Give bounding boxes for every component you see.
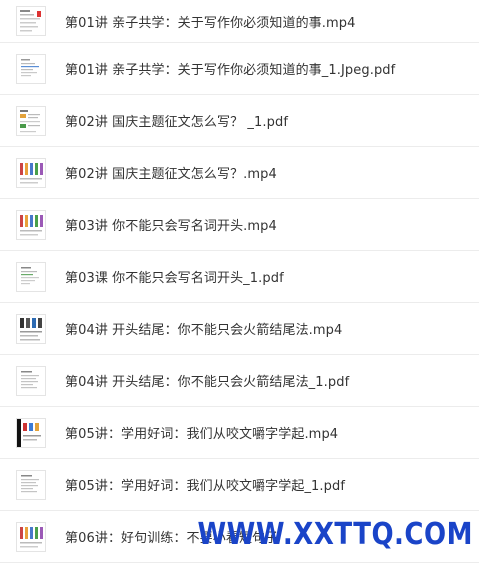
file-name: 第04讲 开头结尾：你不能只会火箭结尾法.mp4 (65, 323, 343, 338)
doc-green-icon (16, 261, 46, 292)
file-name: 第04讲 开头结尾：你不能只会火箭结尾法_1.pdf (65, 375, 350, 390)
file-row[interactable]: 第02讲 国庆主题征文怎么写？ _1.pdf (0, 95, 479, 147)
file-row[interactable]: 第02讲 国庆主题征文怎么写？.mp4 (0, 147, 479, 199)
watermark-text: WWW.XXTTQ.COM (197, 517, 473, 553)
file-name: 第02讲 国庆主题征文怎么写？.mp4 (65, 167, 277, 182)
doc-plain-icon (16, 469, 46, 500)
file-name: 第03课 你不能只会写名词开头_1.pdf (65, 271, 284, 286)
doc-columns-icon (16, 157, 46, 188)
file-row[interactable]: 第05讲：学用好词：我们从咬文嚼字学起.mp4 (0, 407, 479, 459)
file-name: 第01讲 亲子共学：关于写作你必须知道的事.mp4 (65, 15, 356, 31)
doc-columns-icon (16, 521, 46, 552)
file-list: 第01讲 亲子共学：关于写作你必须知道的事.mp4 第01讲 亲子共学：关于写作你… (0, 0, 479, 563)
file-name: 第01讲 亲子共学：关于写作你必须知道的事_1.Jpeg.pdf (65, 63, 396, 78)
file-row[interactable]: 第05讲：学用好词：我们从咬文嚼字学起_1.pdf (0, 459, 479, 511)
file-name: 第03讲 你不能只会写名词开头.mp4 (65, 219, 277, 234)
doc-red-icon (16, 6, 46, 36)
file-row[interactable]: 第03课 你不能只会写名词开头_1.pdf (0, 251, 479, 303)
file-row[interactable]: 第01讲 亲子共学：关于写作你必须知道的事.mp4 (0, 0, 479, 43)
file-row[interactable]: 第04讲 开头结尾：你不能只会火箭结尾法.mp4 (0, 303, 479, 355)
doc-columns-icon (16, 209, 46, 240)
file-row[interactable]: 第01讲 亲子共学：关于写作你必须知道的事_1.Jpeg.pdf (0, 43, 479, 95)
doc-mixed-icon (16, 105, 46, 136)
file-row[interactable]: 第03讲 你不能只会写名词开头.mp4 (0, 199, 479, 251)
doc-plain-icon (16, 365, 46, 396)
doc-dark-icon (16, 313, 46, 344)
file-name: 第02讲 国庆主题征文怎么写？ _1.pdf (65, 115, 288, 130)
file-name: 第05讲：学用好词：我们从咬文嚼字学起.mp4 (65, 427, 339, 442)
doc-black-icon (16, 417, 46, 448)
doc-blue-icon (16, 53, 46, 84)
file-row[interactable]: 第04讲 开头结尾：你不能只会火箭结尾法_1.pdf (0, 355, 479, 407)
file-name: 第05讲：学用好词：我们从咬文嚼字学起_1.pdf (65, 479, 346, 494)
